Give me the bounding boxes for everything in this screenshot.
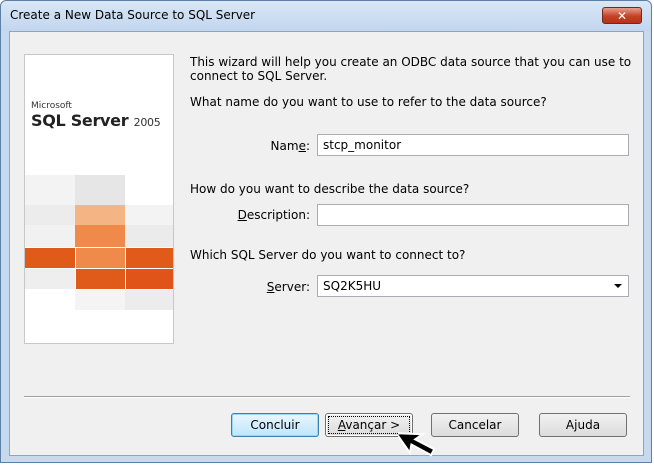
banner-tile (75, 290, 125, 310)
description-question: How do you want to describe the data sou… (190, 182, 470, 196)
banner-tile (25, 248, 75, 268)
name-label-suffix: : (305, 139, 310, 153)
banner-tile (76, 248, 125, 268)
server-question: Which SQL Server do you want to connect … (190, 248, 466, 262)
finish-button[interactable]: Concluir (231, 413, 319, 437)
brand-label: Microsoft (31, 101, 72, 111)
banner-tile (75, 225, 125, 247)
banner-tile (126, 248, 173, 268)
banner-tile (125, 290, 173, 310)
name-input[interactable]: stcp_monitor (317, 134, 629, 156)
name-input-value: stcp_monitor (323, 138, 402, 152)
product-banner: Microsoft SQL Server 2005 (24, 54, 174, 344)
product-name: SQL Server (31, 111, 129, 130)
help-label-prefix: A (565, 418, 575, 432)
intro-text-line1: This wizard will help you create an ODBC… (190, 55, 632, 69)
close-button[interactable]: ✕ (602, 7, 642, 24)
server-label-rest: erver: (274, 280, 310, 294)
close-icon: ✕ (616, 8, 628, 23)
mouse-pointer-icon (398, 432, 436, 457)
cancel-button[interactable]: Cancelar (431, 413, 519, 437)
description-label-rest: escription: (246, 208, 310, 222)
banner-tile (125, 225, 173, 247)
button-divider (24, 396, 630, 398)
intro-text-line2: connect to SQL Server. (190, 69, 328, 83)
banner-tile (126, 269, 173, 289)
name-question: What name do you want to use to refer to… (190, 95, 547, 109)
banner-tile (125, 205, 173, 225)
next-label-rest: vançar > (345, 418, 401, 432)
help-button[interactable]: Ajuda (539, 413, 627, 437)
server-label: Server: (200, 280, 310, 294)
next-button-label: Avançar > (338, 418, 400, 432)
description-input[interactable] (317, 204, 629, 226)
name-label: Name: (200, 139, 310, 153)
description-label: Description: (200, 208, 310, 222)
server-select-value: SQ2K5HU (323, 279, 382, 293)
product-version: 2005 (133, 116, 161, 129)
title-bar[interactable]: Create a New Data Source to SQL Server ✕ (1, 1, 651, 31)
help-button-label: Ajuda (566, 418, 600, 432)
banner-tile (25, 175, 75, 205)
product-logo-text: SQL Server 2005 (31, 111, 161, 130)
dialog-window: Create a New Data Source to SQL Server ✕… (0, 0, 652, 463)
banner-tile (25, 205, 75, 225)
finish-button-label: Concluir (250, 418, 300, 432)
dialog-body: Microsoft SQL Server 2005 This wizard wi… (9, 31, 644, 456)
name-label-prefix: Nam (270, 139, 299, 153)
help-label-rest: uda (577, 418, 601, 432)
banner-tile (75, 175, 125, 205)
name-label-access-key: e (298, 139, 306, 153)
banner-tile (76, 269, 125, 289)
dropdown-arrow-icon[interactable] (614, 284, 622, 288)
banner-tile (25, 269, 75, 289)
banner-tile (25, 225, 75, 247)
description-label-access-key: D (237, 208, 247, 222)
server-select[interactable]: SQ2K5HU (317, 275, 629, 297)
window-title: Create a New Data Source to SQL Server (10, 8, 256, 22)
banner-tile (75, 205, 125, 225)
cancel-button-label: Cancelar (448, 418, 502, 432)
